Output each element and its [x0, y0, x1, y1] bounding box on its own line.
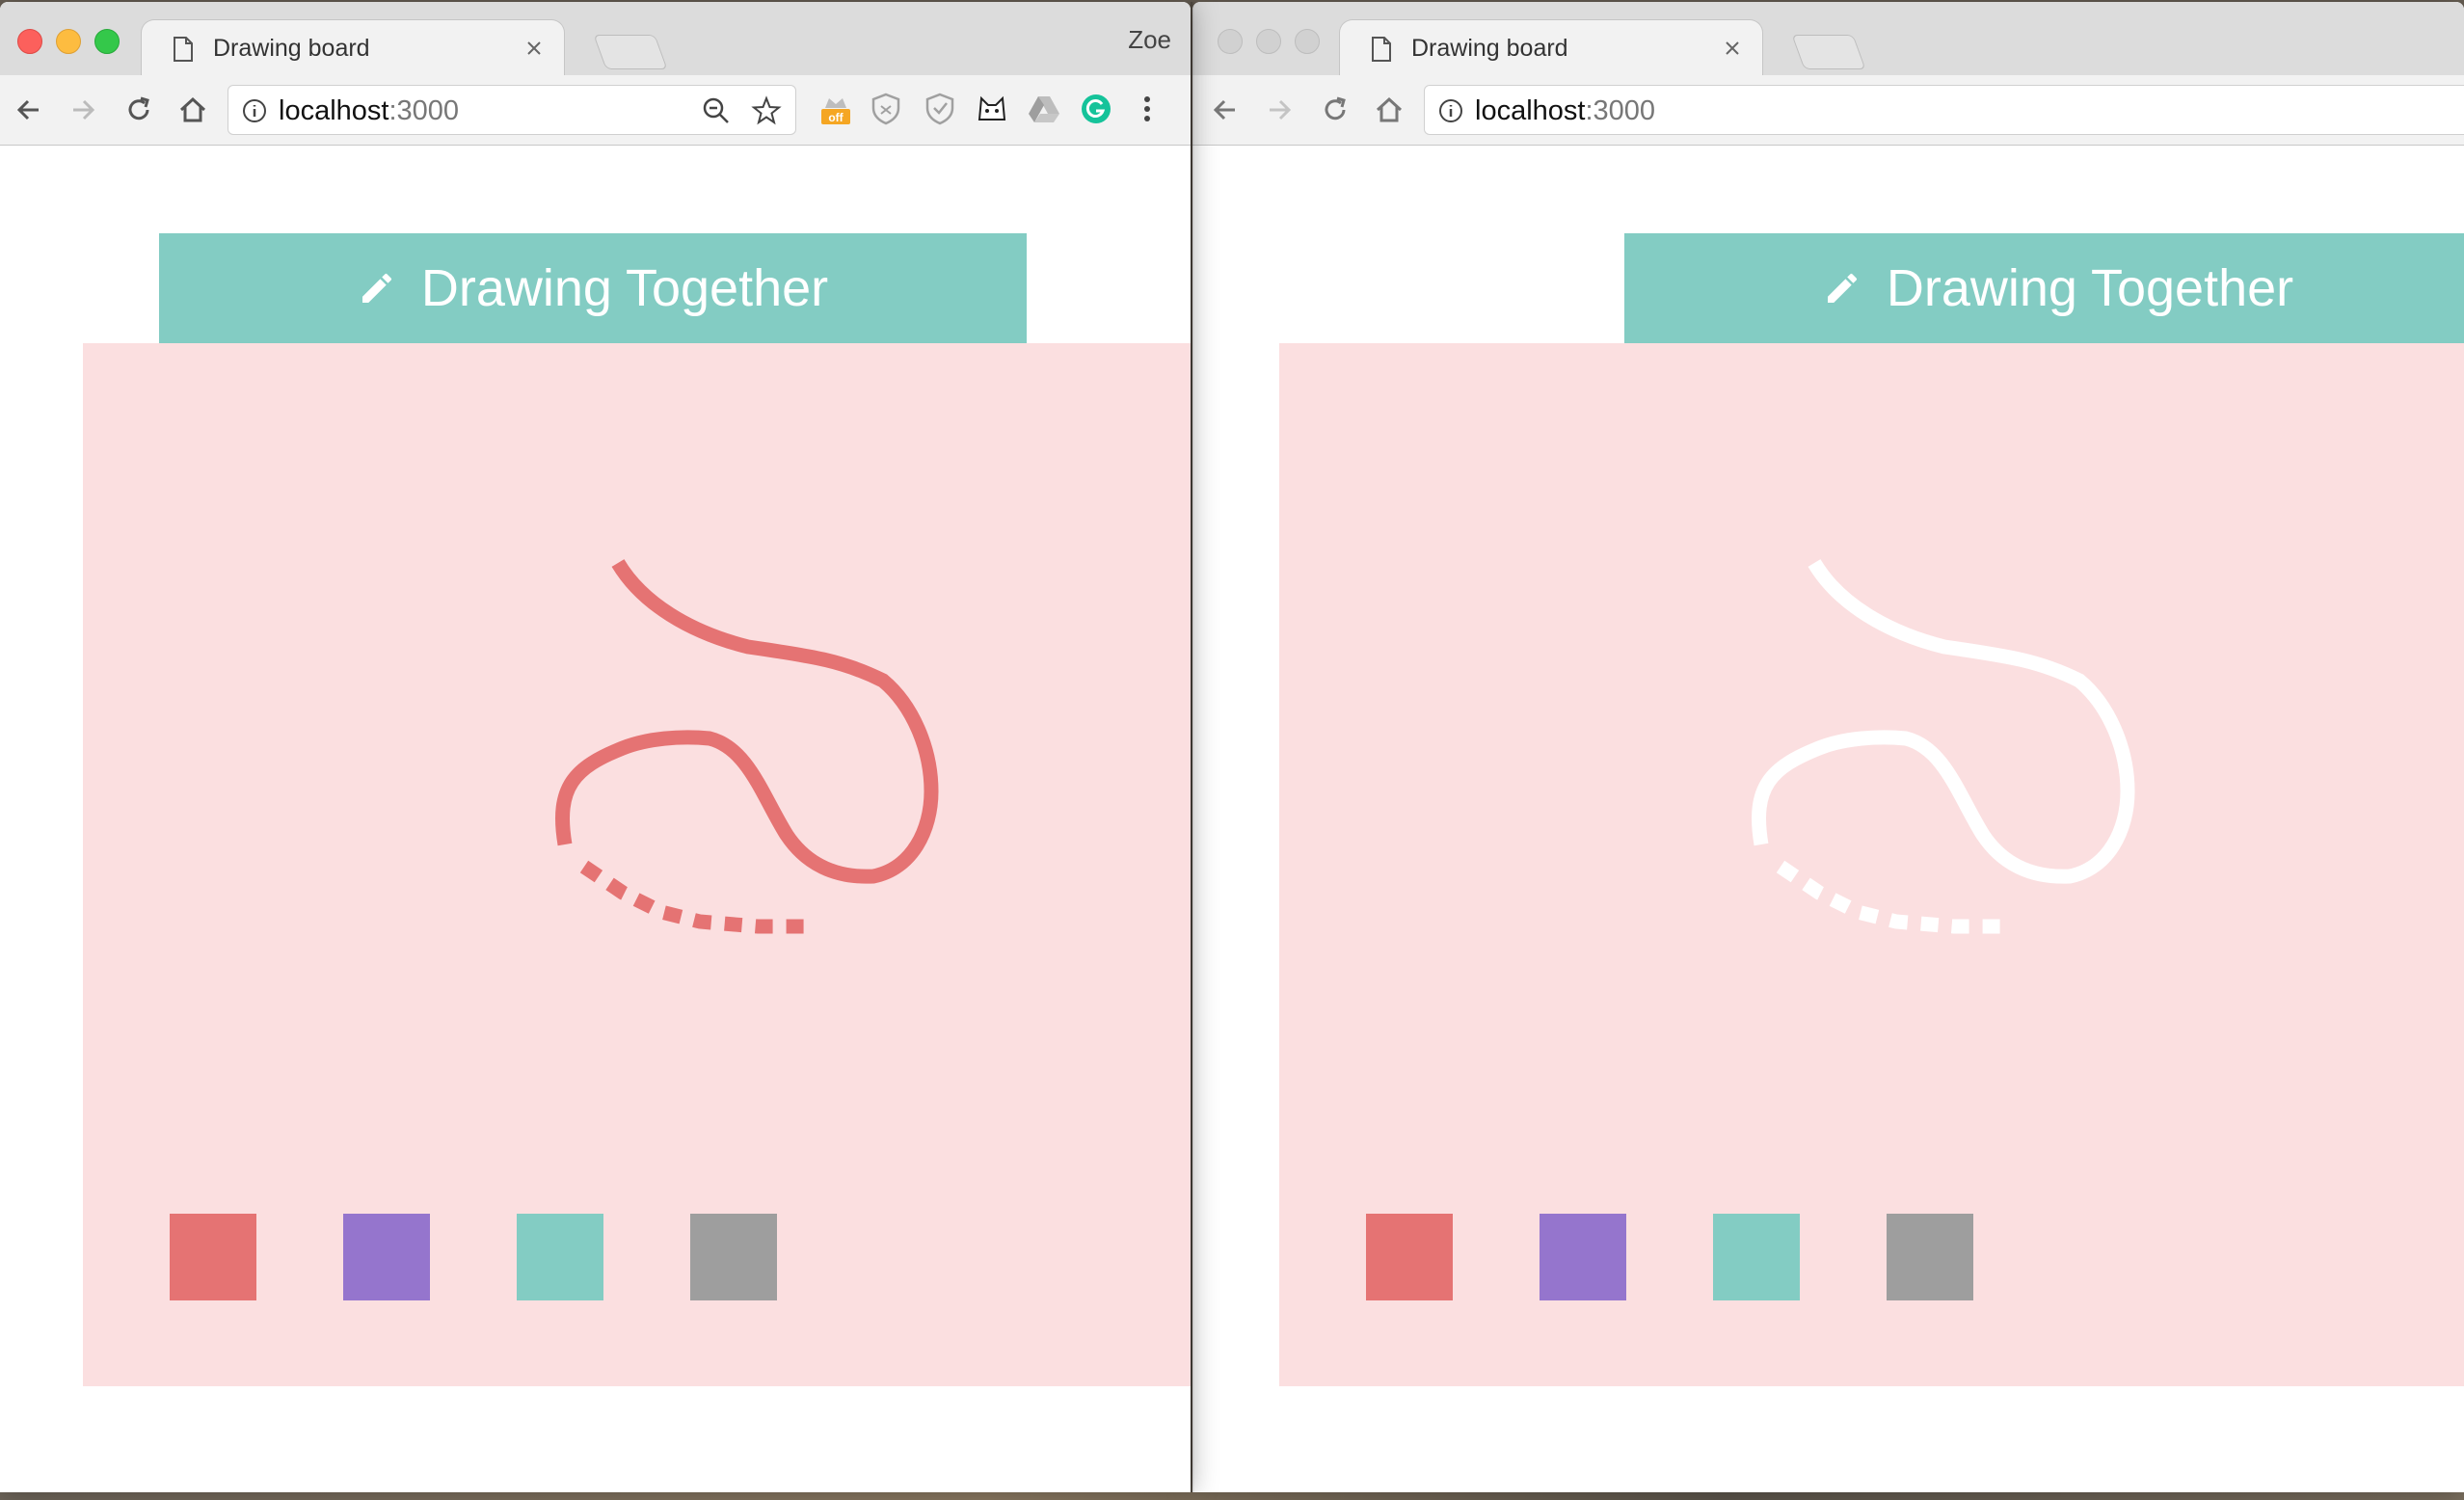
back-icon[interactable]: [1208, 93, 1243, 127]
app-title: Drawing Together: [420, 259, 829, 317]
color-swatch-red[interactable]: [170, 1214, 256, 1300]
page-content: Drawing Together: [0, 146, 1191, 1492]
profile-name[interactable]: Zoe: [1128, 25, 1171, 55]
color-swatch-red[interactable]: [1366, 1214, 1453, 1300]
color-swatch-teal[interactable]: [1713, 1214, 1800, 1300]
zoom-out-icon[interactable]: [701, 95, 732, 126]
app-header: Drawing Together: [1624, 233, 2464, 343]
reload-icon[interactable]: [121, 93, 156, 127]
tab-title: Drawing board: [1411, 35, 1568, 62]
tab-drawing-board[interactable]: Drawing board: [141, 19, 565, 75]
new-tab-button[interactable]: [593, 35, 668, 69]
close-window-button[interactable]: [1218, 29, 1243, 54]
document-icon: [174, 37, 193, 62]
close-tab-icon[interactable]: [522, 36, 547, 61]
more-menu-icon[interactable]: [1138, 91, 1157, 127]
stroke-path-left: [555, 559, 939, 934]
shield-extension-icon[interactable]: [868, 91, 904, 127]
minimize-window-button[interactable]: [56, 29, 81, 54]
svg-text:off: off: [828, 111, 844, 124]
info-icon[interactable]: [242, 98, 267, 123]
reload-icon[interactable]: [1318, 93, 1353, 127]
page-content: Drawing Together: [1192, 146, 2464, 1492]
tab-strip: Drawing board: [1192, 2, 2464, 75]
browser-window-right: Drawing board localhost:3000 Drawing Tog…: [1192, 2, 2464, 1492]
forward-icon[interactable]: [1262, 93, 1297, 127]
color-swatch-teal[interactable]: [517, 1214, 603, 1300]
crown-off-extension-icon[interactable]: off: [817, 91, 854, 127]
grammarly-extension-icon[interactable]: [1078, 91, 1114, 127]
pencil-icon: [1827, 273, 1857, 303]
tab-drawing-board[interactable]: Drawing board: [1339, 19, 1763, 75]
browser-window-left: Drawing board Zoe localhost:3000 off Dra…: [0, 2, 1191, 1492]
bookmark-star-icon[interactable]: [751, 95, 782, 126]
home-icon[interactable]: [175, 93, 210, 127]
color-swatch-purple[interactable]: [1540, 1214, 1626, 1300]
app-title: Drawing Together: [1886, 259, 2294, 317]
window-divider-shadow: [1191, 2, 1194, 1492]
address-bar[interactable]: localhost:3000: [1424, 85, 2464, 135]
minimize-window-button[interactable]: [1256, 29, 1281, 54]
forward-icon[interactable]: [66, 93, 100, 127]
maximize-window-button[interactable]: [94, 29, 120, 54]
shield-check-extension-icon[interactable]: [922, 91, 958, 127]
drawn-stroke: [1752, 559, 2135, 934]
url-text[interactable]: localhost:3000: [279, 95, 459, 126]
cat-extension-icon[interactable]: [974, 91, 1010, 127]
browser-toolbar: localhost:3000: [1192, 75, 2464, 146]
url-text[interactable]: localhost:3000: [1475, 95, 1655, 126]
color-swatch-gray[interactable]: [690, 1214, 777, 1300]
drawing-canvas[interactable]: [83, 343, 1191, 1386]
info-icon[interactable]: [1438, 98, 1463, 123]
browser-toolbar: localhost:3000 off: [0, 75, 1191, 146]
color-swatch-gray[interactable]: [1887, 1214, 1973, 1300]
close-tab-icon[interactable]: [1720, 36, 1745, 61]
maximize-window-button[interactable]: [1295, 29, 1320, 54]
drawing-canvas[interactable]: [1279, 343, 2464, 1386]
new-tab-button[interactable]: [1791, 35, 1866, 69]
stroke-path-right: [1752, 559, 2135, 934]
close-window-button[interactable]: [17, 29, 42, 54]
back-icon[interactable]: [12, 93, 46, 127]
tab-title: Drawing board: [213, 35, 370, 62]
pencil-icon: [362, 273, 391, 303]
tab-strip: Drawing board Zoe: [0, 2, 1191, 75]
desktop-background: [0, 1492, 2464, 1500]
address-bar[interactable]: localhost:3000: [228, 85, 796, 135]
app-header: Drawing Together: [159, 233, 1027, 343]
color-swatch-purple[interactable]: [343, 1214, 430, 1300]
home-icon[interactable]: [1372, 93, 1406, 127]
document-icon: [1372, 37, 1391, 62]
drive-extension-icon[interactable]: [1026, 91, 1062, 127]
